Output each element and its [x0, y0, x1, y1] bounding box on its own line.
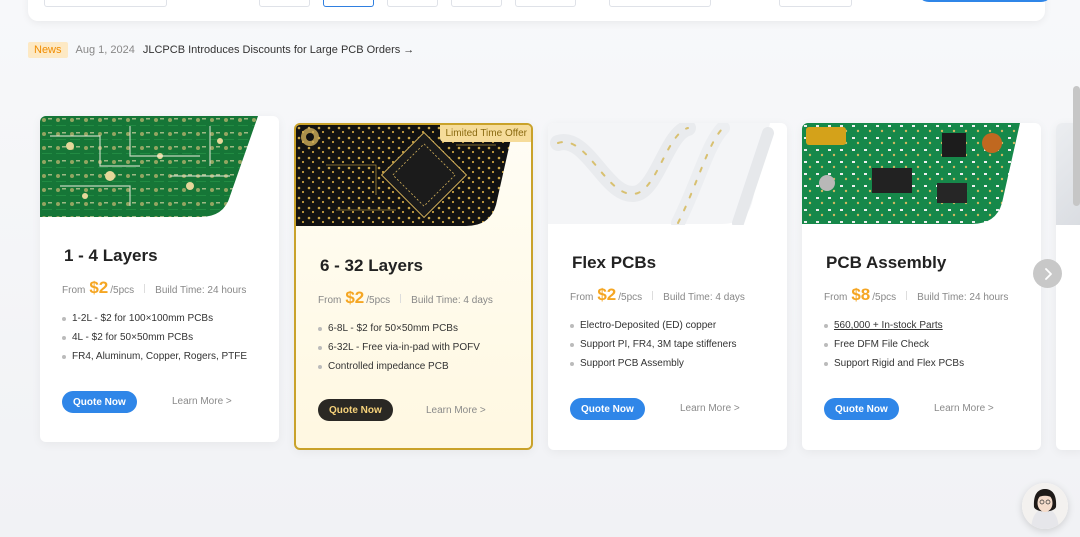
form-field[interactable]: [515, 0, 576, 7]
feature-item: Support PCB Assembly: [570, 358, 737, 369]
divider: [652, 291, 654, 300]
feature-list: 560,000 + In-stock Parts Free DFM File C…: [824, 320, 964, 377]
carousel-next-button[interactable]: [1033, 259, 1062, 288]
scrollbar-thumb[interactable]: [1073, 86, 1080, 206]
quote-now-button[interactable]: Quote Now: [318, 399, 393, 421]
build-time: Build Time: 4 days: [411, 295, 493, 306]
feature-list: 1-2L - $2 for 100×100mm PCBs 4L - $2 for…: [62, 313, 247, 370]
quote-now-button[interactable]: Quote Now: [62, 391, 137, 413]
card-title: 1 - 4 Layers: [64, 246, 158, 265]
feature-item: 1-2L - $2 for 100×100mm PCBs: [62, 313, 247, 324]
price-unit: /5pcs: [366, 295, 391, 306]
price-amount: $2: [345, 288, 365, 307]
quote-now-button[interactable]: Quote Now: [570, 398, 645, 420]
price-row: From $2 /5pcs Build Time: 4 days: [570, 285, 745, 305]
build-time: Build Time: 24 hours: [155, 285, 247, 296]
price-unit: /5pcs: [110, 285, 135, 296]
build-time: Build Time: 4 days: [663, 292, 745, 303]
divider: [400, 294, 402, 303]
price-row: From $2 /5pcs Build Time: 4 days: [318, 288, 493, 308]
support-chat-avatar[interactable]: [1022, 483, 1068, 529]
news-date: Aug 1, 2024: [75, 44, 135, 56]
price-amount: $8: [851, 285, 871, 304]
price-prefix: From: [824, 292, 848, 303]
feature-item-in-stock-parts[interactable]: 560,000 + In-stock Parts: [824, 320, 964, 331]
form-field[interactable]: [259, 0, 310, 7]
product-card-6-32-layers: Limited Time Offer 6 - 32 Layers From $2…: [294, 123, 533, 450]
divider: [906, 291, 908, 300]
build-time: Build Time: 24 hours: [917, 292, 1009, 303]
feature-item: FR4, Aluminum, Copper, Rogers, PTFE: [62, 351, 247, 362]
learn-more-link[interactable]: Learn More >: [934, 403, 994, 414]
form-field[interactable]: [44, 0, 167, 7]
card-title: Flex PCBs: [572, 253, 657, 272]
price-unit: /5pcs: [618, 292, 643, 303]
quote-submit-button[interactable]: [917, 0, 1053, 2]
price-unit: /5pcs: [872, 292, 897, 303]
product-card-pcb-assembly: PCB Assembly From $8 /5pcs Build Time: 2…: [802, 123, 1041, 450]
divider: [144, 284, 146, 293]
news-bar: News Aug 1, 2024 JLCPCB Introduces Disco…: [28, 41, 414, 59]
card-title: PCB Assembly: [826, 253, 947, 272]
pcb-assembly-image: [802, 123, 1041, 225]
form-field[interactable]: [779, 0, 852, 7]
price-prefix: From: [570, 292, 594, 303]
news-badge: News: [28, 42, 68, 58]
feature-item: 4L - $2 for 50×50mm PCBs: [62, 332, 247, 343]
pcb-green-image: [40, 116, 279, 218]
form-field[interactable]: [387, 0, 438, 7]
price-amount: $2: [597, 285, 617, 304]
limited-offer-badge: Limited Time Offer: [440, 125, 531, 142]
price-amount: $2: [89, 278, 109, 297]
news-link[interactable]: JLCPCB Introduces Discounts for Large PC…: [143, 44, 414, 56]
support-agent-icon: [1022, 483, 1068, 529]
form-field[interactable]: [451, 0, 502, 7]
learn-more-link[interactable]: Learn More >: [680, 403, 740, 414]
feature-list: Electro-Deposited (ED) copper Support PI…: [570, 320, 737, 377]
feature-item: Support PI, FR4, 3M tape stiffeners: [570, 339, 737, 350]
feature-item: Free DFM File Check: [824, 339, 964, 350]
feature-item: Electro-Deposited (ED) copper: [570, 320, 737, 331]
feature-link-text[interactable]: 560,000 + In-stock Parts: [834, 320, 943, 331]
price-row: From $2 /5pcs Build Time: 24 hours: [62, 278, 246, 298]
flex-strip-image: [548, 123, 787, 225]
page-scrollbar[interactable]: [1073, 82, 1080, 382]
feature-item: Support Rigid and Flex PCBs: [824, 358, 964, 369]
chevron-right-icon: [1044, 267, 1052, 280]
feature-item: 6-8L - $2 for 50×50mm PCBs: [318, 323, 480, 334]
form-field-active[interactable]: [323, 0, 374, 7]
feature-list: 6-8L - $2 for 50×50mm PCBs 6-32L - Free …: [318, 323, 480, 380]
product-card-1-4-layers: 1 - 4 Layers From $2 /5pcs Build Time: 2…: [40, 116, 279, 442]
quote-now-button[interactable]: Quote Now: [824, 398, 899, 420]
card-title: 6 - 32 Layers: [320, 256, 424, 275]
price-row: From $8 /5pcs Build Time: 24 hours: [824, 285, 1008, 305]
price-prefix: From: [62, 285, 86, 296]
learn-more-link[interactable]: Learn More >: [426, 405, 486, 416]
quote-form-strip: [28, 0, 1053, 21]
learn-more-link[interactable]: Learn More >: [172, 396, 232, 407]
feature-item: Controlled impedance PCB: [318, 361, 480, 372]
feature-item: 6-32L - Free via-in-pad with POFV: [318, 342, 480, 353]
product-card-flex-pcbs: Flex PCBs From $2 /5pcs Build Time: 4 da…: [548, 123, 787, 450]
form-field[interactable]: [609, 0, 711, 7]
price-prefix: From: [318, 295, 342, 306]
